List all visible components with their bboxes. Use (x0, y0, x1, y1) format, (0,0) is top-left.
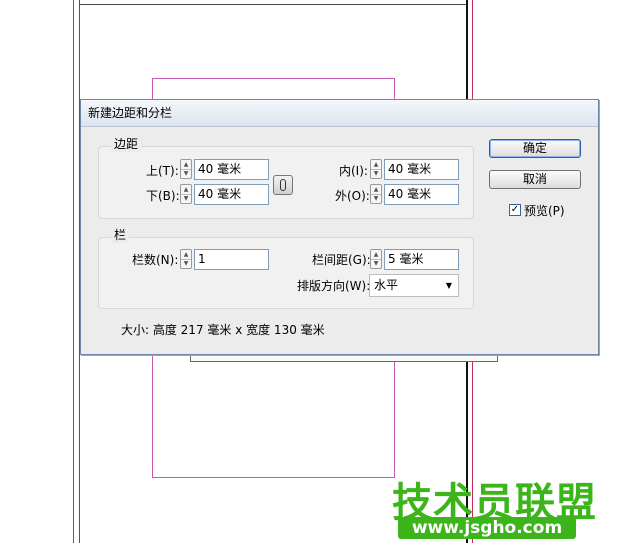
direction-select-value: 水平 (374, 278, 399, 292)
column-count-label: 栏数(N): (132, 253, 179, 267)
top-margin-spinner[interactable]: ▲ ▼ (180, 159, 192, 179)
dropdown-arrow-icon: ▼ (445, 281, 452, 290)
margins-legend: 边距 (111, 135, 142, 152)
preview-checkbox[interactable]: ✓ (509, 204, 521, 216)
spin-down-icon[interactable]: ▼ (371, 259, 381, 268)
chain-link-icon (280, 179, 286, 191)
column-count-field[interactable]: 1 (194, 249, 269, 270)
page-edge-top (79, 4, 468, 5)
spin-down-icon[interactable]: ▼ (181, 259, 191, 268)
outside-margin-field[interactable]: 40 毫米 (384, 184, 459, 205)
gutter-field[interactable]: 5 毫米 (384, 249, 459, 270)
cancel-button[interactable]: 取消 (489, 170, 581, 189)
size-info: 大小: 高度 217 毫米 x 宽度 130 毫米 (121, 323, 325, 337)
outside-margin-label: 外(O): (335, 189, 370, 203)
direction-label: 排版方向(W): (297, 279, 371, 293)
new-margins-columns-dialog: 新建边距和分栏 边距 上(T): ▲ ▼ 40 毫米 下(B): ▲ ▼ 40 … (80, 99, 599, 355)
top-margin-label: 上(T): (146, 164, 179, 178)
gutter-label: 栏间距(G): (312, 253, 371, 267)
direction-select[interactable]: 水平 ▼ (369, 274, 459, 297)
preview-label[interactable]: 预览(P) (524, 202, 565, 219)
dialog-title: 新建边距和分栏 (81, 100, 598, 127)
watermark-url: www.jsgho.com (398, 517, 576, 539)
bleed-guide-left (73, 0, 74, 543)
spin-down-icon[interactable]: ▼ (181, 194, 191, 203)
make-all-settings-same-button[interactable] (273, 175, 293, 195)
bottom-margin-spinner[interactable]: ▲ ▼ (180, 184, 192, 204)
bottom-margin-label: 下(B): (146, 189, 180, 203)
column-count-spinner[interactable]: ▲ ▼ (180, 249, 192, 269)
spin-down-icon[interactable]: ▼ (181, 169, 191, 178)
columns-group (98, 237, 474, 309)
gutter-spinner[interactable]: ▲ ▼ (370, 249, 382, 269)
spin-down-icon[interactable]: ▼ (371, 194, 381, 203)
outside-margin-spinner[interactable]: ▲ ▼ (370, 184, 382, 204)
inside-margin-spinner[interactable]: ▲ ▼ (370, 159, 382, 179)
bottom-margin-field[interactable]: 40 毫米 (194, 184, 269, 205)
top-margin-field[interactable]: 40 毫米 (194, 159, 269, 180)
inside-margin-label: 内(I): (339, 164, 368, 178)
page-shadow-strip (190, 355, 498, 362)
ok-button[interactable]: 确定 (489, 139, 581, 158)
columns-legend: 栏 (111, 226, 130, 243)
spin-down-icon[interactable]: ▼ (371, 169, 381, 178)
inside-margin-field[interactable]: 40 毫米 (384, 159, 459, 180)
